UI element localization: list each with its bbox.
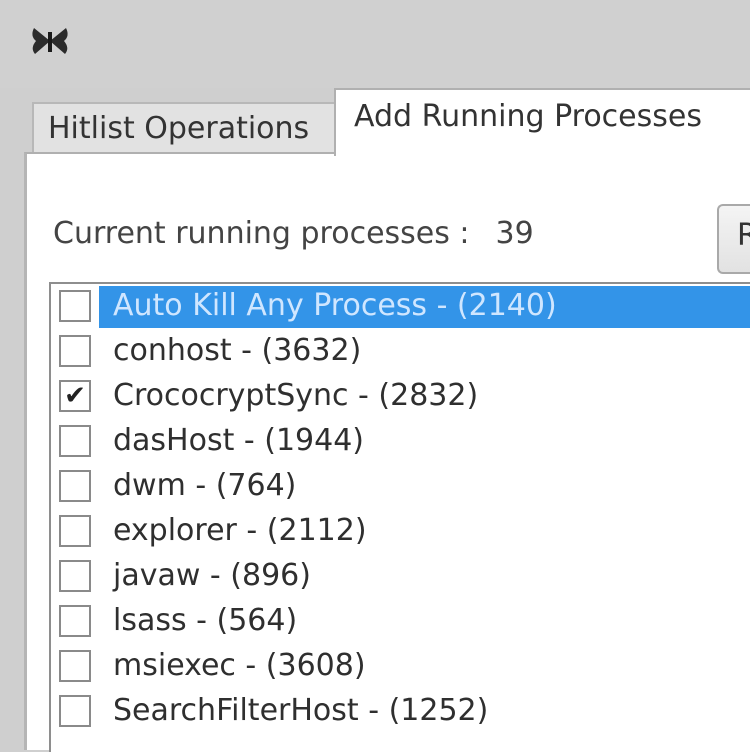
tab-strip: Hitlist Operations Add Running Processes [24, 88, 750, 156]
process-label: explorer - (2112) [113, 513, 367, 548]
process-list-item[interactable]: lsass - (564) [51, 599, 750, 644]
process-label: SearchFilterHost - (1252) [113, 693, 489, 728]
process-checkbox[interactable] [59, 470, 91, 502]
butterfly-icon [32, 28, 68, 54]
tab-hitlist-operations[interactable]: Hitlist Operations [32, 102, 344, 152]
process-count-label: Current running processes : [53, 216, 470, 251]
process-list-item[interactable]: SearchFilterHost - (1252) [51, 689, 750, 734]
process-count-row: Current running processes : 39 [53, 216, 534, 251]
process-label: conhost - (3632) [113, 333, 362, 368]
process-count-value: 39 [495, 216, 534, 251]
process-label: lsass - (564) [113, 603, 298, 638]
process-label: javaw - (896) [113, 558, 311, 593]
process-label: msiexec - (3608) [113, 648, 366, 683]
process-list-item[interactable]: javaw - (896) [51, 554, 750, 599]
process-list-item[interactable]: explorer - (2112) [51, 509, 750, 554]
refresh-button[interactable]: R [717, 204, 750, 274]
process-label: CrococryptSync - (2832) [113, 378, 479, 413]
process-list-item[interactable]: ✔ CrococryptSync - (2832) [51, 374, 750, 419]
tab-add-running-processes[interactable]: Add Running Processes [334, 88, 750, 156]
process-checkbox[interactable] [59, 290, 91, 322]
process-list-item[interactable]: dwm - (764) [51, 464, 750, 509]
process-checkbox[interactable] [59, 560, 91, 592]
process-checkbox[interactable] [59, 515, 91, 547]
process-label: dwm - (764) [113, 468, 297, 503]
process-checkbox[interactable] [59, 605, 91, 637]
process-checkbox[interactable]: ✔ [59, 380, 91, 412]
process-checkbox[interactable] [59, 695, 91, 727]
app-window: Hitlist Operations Add Running Processes… [0, 0, 750, 752]
process-checkbox[interactable] [59, 335, 91, 367]
process-list-item[interactable]: conhost - (3632) [51, 329, 750, 374]
process-list-item[interactable]: msiexec - (3608) [51, 644, 750, 689]
process-list-item[interactable]: Auto Kill Any Process - (2140) [51, 284, 750, 329]
title-bar [0, 0, 750, 88]
checkmark-icon: ✔ [64, 381, 86, 411]
process-checkbox[interactable] [59, 425, 91, 457]
process-list-item[interactable]: dasHost - (1944) [51, 419, 750, 464]
add-running-processes-panel: Current running processes : 39 R Auto Kil… [24, 152, 750, 752]
process-list[interactable]: Auto Kill Any Process - (2140) conhost - … [49, 282, 750, 752]
process-label: dasHost - (1944) [113, 423, 365, 458]
process-label: Auto Kill Any Process - (2140) [113, 288, 557, 323]
process-checkbox[interactable] [59, 650, 91, 682]
